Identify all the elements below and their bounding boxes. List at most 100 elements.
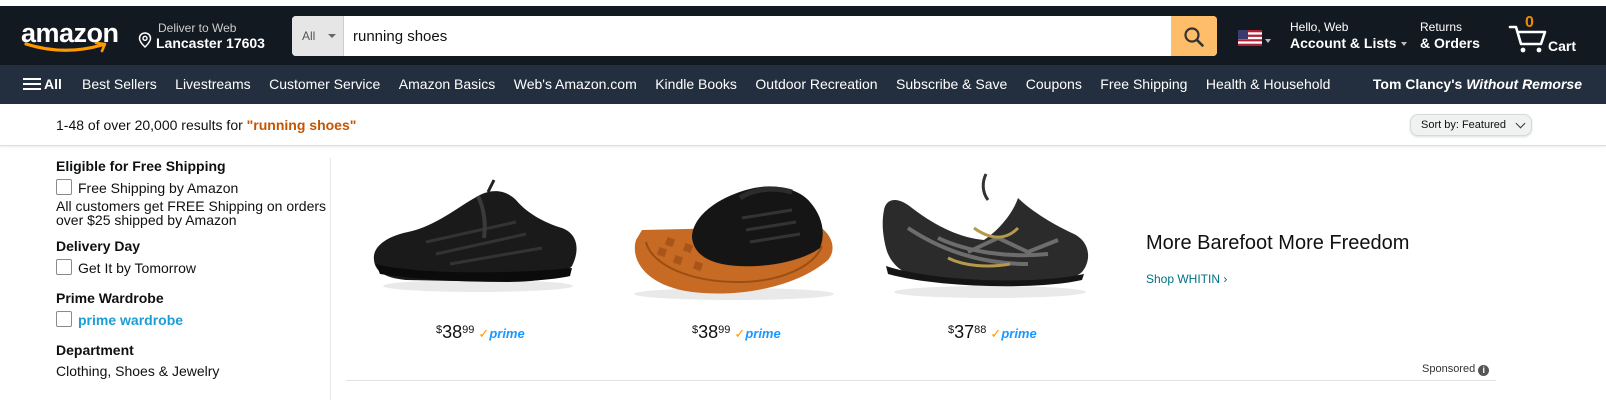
filter-free-shipping[interactable]: Free Shipping by Amazon bbox=[56, 177, 332, 199]
orders-label: & Orders bbox=[1420, 35, 1480, 51]
sponsored-brand-banner: $3899 ✓prime $3899 ✓prime $3788 ✓prime M… bbox=[346, 158, 1536, 398]
price-whole: 38 bbox=[442, 322, 463, 342]
checkbox[interactable] bbox=[56, 179, 72, 195]
us-flag-icon bbox=[1238, 30, 1262, 46]
all-menu-button[interactable]: All bbox=[23, 65, 62, 104]
nav-link-kindle-books[interactable]: Kindle Books bbox=[655, 65, 737, 104]
caret-down-icon bbox=[1400, 42, 1407, 47]
promo-title: Without Remorse bbox=[1466, 76, 1582, 92]
nav-link-coupons[interactable]: Coupons bbox=[1026, 65, 1082, 104]
prime-check-icon: ✓ bbox=[478, 326, 490, 341]
all-menu-label: All bbox=[44, 76, 62, 92]
product-card[interactable]: $3899 ✓prime bbox=[622, 158, 852, 358]
price-whole: 38 bbox=[698, 322, 719, 342]
filter-title-department: Department bbox=[56, 342, 134, 358]
prime-badge: ✓prime bbox=[734, 326, 780, 341]
product-card[interactable]: $3788 ✓prime bbox=[878, 158, 1108, 358]
amazon-logo[interactable]: amazon bbox=[18, 14, 128, 58]
checkbox[interactable] bbox=[56, 259, 72, 275]
search-bar: All bbox=[292, 16, 1217, 56]
deliver-label: Deliver to Web bbox=[158, 21, 237, 35]
sidebar-divider bbox=[330, 158, 331, 400]
product-image[interactable] bbox=[878, 168, 1108, 308]
secondary-navigation-bar: All Best Sellers Livestreams Customer Se… bbox=[0, 65, 1606, 104]
top-navigation-bar: amazon Deliver to Web Lancaster 17603 Al… bbox=[0, 6, 1606, 65]
prime-label: prime bbox=[489, 326, 525, 341]
account-and-lists[interactable]: Hello, Web Account & Lists bbox=[1290, 20, 1407, 51]
filter-title-prime-wardrobe: Prime Wardrobe bbox=[56, 290, 164, 306]
returns-label: Returns bbox=[1420, 20, 1463, 34]
free-shipping-note: All customers get FREE Shipping on order… bbox=[56, 198, 327, 228]
filter-title-free-shipping: Eligible for Free Shipping bbox=[56, 158, 226, 174]
nav-link-health-household[interactable]: Health & Household bbox=[1206, 65, 1331, 104]
sponsored-text: Sponsored bbox=[1422, 363, 1476, 375]
nav-promo-link[interactable]: Tom Clancy's Without Remorse bbox=[1373, 65, 1582, 104]
results-info-bar: 1-48 of over 20,000 results for "running… bbox=[0, 104, 1606, 146]
nav-link-subscribe-save[interactable]: Subscribe & Save bbox=[896, 65, 1007, 104]
shop-brand-link[interactable]: Shop WHITIN › bbox=[1146, 272, 1227, 286]
nav-link-free-shipping[interactable]: Free Shipping bbox=[1100, 65, 1187, 104]
price-currency: $ bbox=[436, 324, 443, 336]
search-button[interactable] bbox=[1171, 16, 1217, 56]
filter-get-it-by-tomorrow[interactable]: Get It by Tomorrow bbox=[56, 257, 332, 279]
prime-badge: ✓prime bbox=[990, 326, 1036, 341]
price-currency: $ bbox=[692, 324, 699, 336]
prime-check-icon: ✓ bbox=[990, 326, 1002, 341]
returns-and-orders[interactable]: Returns & Orders bbox=[1420, 20, 1480, 51]
checkbox[interactable] bbox=[56, 311, 72, 327]
nav-link-customer-service[interactable]: Customer Service bbox=[269, 65, 380, 104]
filter-prime-wardrobe[interactable]: prime wardrobe bbox=[56, 309, 332, 331]
search-icon bbox=[1184, 27, 1204, 47]
filter-sidebar: Eligible for Free Shipping Free Shipping… bbox=[56, 158, 332, 379]
nav-link-amazon-basics[interactable]: Amazon Basics bbox=[399, 65, 495, 104]
caret-down-icon bbox=[1265, 39, 1271, 43]
product-price: $3788 ✓prime bbox=[948, 322, 1037, 343]
cart-label: Cart bbox=[1548, 38, 1577, 54]
language-selector[interactable] bbox=[1238, 30, 1271, 51]
prime-label: prime bbox=[1001, 326, 1037, 341]
product-price: $3899 ✓prime bbox=[692, 322, 781, 343]
nav-link-outdoor-recreation[interactable]: Outdoor Recreation bbox=[755, 65, 877, 104]
nav-link-best-sellers[interactable]: Best Sellers bbox=[82, 65, 157, 104]
department-link[interactable]: Clothing, Shoes & Jewelry bbox=[56, 363, 332, 379]
nav-links: Best Sellers Livestreams Customer Servic… bbox=[82, 65, 1344, 104]
product-image[interactable] bbox=[366, 168, 596, 308]
price-fraction: 88 bbox=[974, 324, 987, 336]
product-card[interactable]: $3899 ✓prime bbox=[366, 158, 596, 358]
prime-badge: ✓prime bbox=[478, 326, 524, 341]
sponsored-label[interactable]: Sponsored i bbox=[1422, 363, 1490, 376]
cart-button[interactable]: 0 Cart bbox=[1508, 14, 1588, 58]
results-count-text: 1-48 of over 20,000 results for bbox=[56, 117, 247, 133]
price-currency: $ bbox=[948, 324, 955, 336]
results-count: 1-48 of over 20,000 results for "running… bbox=[56, 117, 356, 133]
caret-down-icon bbox=[328, 34, 336, 38]
results-query: "running shoes" bbox=[246, 117, 357, 133]
account-label: Account & Lists bbox=[1290, 35, 1397, 51]
logo-smile-icon bbox=[24, 42, 107, 53]
search-category-label: All bbox=[302, 29, 316, 43]
chevron-down-icon bbox=[1515, 118, 1526, 129]
info-icon: i bbox=[1478, 365, 1490, 376]
nav-link-livestreams[interactable]: Livestreams bbox=[175, 65, 250, 104]
prime-wardrobe-logo: prime wardrobe bbox=[78, 312, 184, 328]
cart-count: 0 bbox=[1525, 14, 1534, 31]
sort-dropdown[interactable]: Sort by: Featured bbox=[1410, 114, 1532, 136]
product-price: $3899 ✓prime bbox=[436, 322, 525, 343]
search-category-dropdown[interactable]: All bbox=[292, 16, 344, 56]
price-fraction: 99 bbox=[462, 324, 475, 336]
deliver-location: Lancaster 17603 bbox=[156, 35, 265, 51]
prime-label: prime bbox=[745, 326, 781, 341]
account-greeting: Hello, Web bbox=[1290, 20, 1349, 34]
prime-check-icon: ✓ bbox=[734, 326, 746, 341]
price-whole: 37 bbox=[954, 322, 975, 342]
filter-title-delivery-day: Delivery Day bbox=[56, 238, 141, 254]
nav-link-webs-amazon[interactable]: Web's Amazon.com bbox=[514, 65, 637, 104]
filter-label: Free Shipping by Amazon bbox=[78, 180, 239, 196]
hamburger-menu-icon bbox=[23, 77, 41, 91]
price-fraction: 99 bbox=[718, 324, 731, 336]
banner-headline[interactable]: More Barefoot More Freedom bbox=[1146, 232, 1409, 255]
product-image[interactable] bbox=[622, 168, 852, 308]
search-input[interactable] bbox=[344, 16, 1167, 56]
banner-divider bbox=[346, 380, 1496, 381]
location-pin-icon bbox=[138, 32, 152, 48]
